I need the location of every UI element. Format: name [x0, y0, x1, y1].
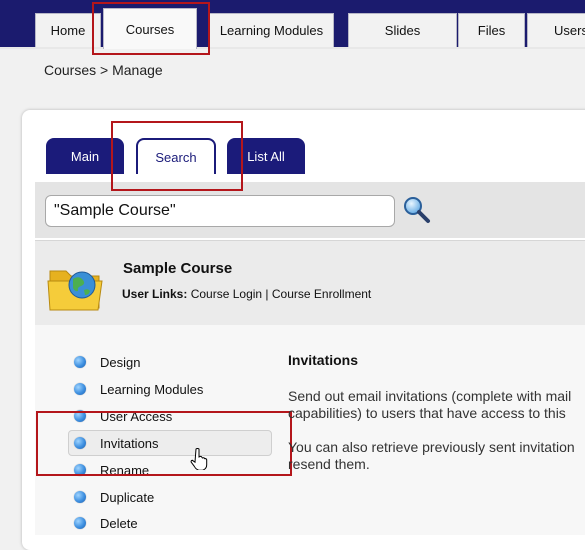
menu-item-label: Rename	[100, 462, 150, 478]
menu-item-label: Design	[100, 354, 141, 370]
detail-text-line: Send out email invitations (complete wit…	[288, 388, 572, 404]
menu-item-rename[interactable]: Rename	[68, 457, 272, 483]
menu-item-label: Delete	[100, 515, 138, 531]
nav-divider	[0, 47, 585, 49]
menu-item-design[interactable]: Design	[68, 349, 272, 375]
menu-item-delete[interactable]: Delete	[68, 510, 272, 536]
bullet-icon	[74, 410, 86, 422]
nav-tab-users[interactable]: Users	[527, 13, 585, 47]
bullet-icon	[74, 464, 86, 476]
user-links: User Links: Course Login | Course Enroll…	[122, 287, 371, 301]
user-links-label: User Links:	[122, 287, 188, 301]
detail-title: Invitations	[288, 352, 359, 368]
nav-tab-files[interactable]: Files	[458, 13, 525, 47]
link-separator: |	[262, 287, 272, 301]
breadcrumb: Courses > Manage	[44, 62, 163, 78]
menu-item-label: Learning Modules	[100, 381, 204, 397]
tab-main[interactable]: Main	[46, 138, 124, 174]
course-title: Sample Course	[123, 260, 233, 277]
search-input[interactable]	[45, 195, 395, 227]
magnifier-icon	[404, 197, 430, 223]
bullet-icon	[74, 437, 86, 449]
menu-item-label: Duplicate	[100, 489, 155, 505]
nav-tab-learning-modules[interactable]: Learning Modules	[209, 13, 334, 47]
nav-tab-home[interactable]: Home	[35, 13, 101, 47]
menu-item-learning-modules[interactable]: Learning Modules	[68, 376, 272, 402]
course-enrollment-link[interactable]: Course Enrollment	[272, 287, 371, 301]
hand-cursor-icon	[190, 448, 208, 471]
tab-search[interactable]: Search	[136, 138, 216, 174]
course-login-link[interactable]: Course Login	[191, 287, 262, 301]
course-header	[35, 240, 585, 326]
search-button[interactable]	[402, 195, 432, 225]
nav-tab-slides[interactable]: Slides	[348, 13, 457, 47]
detail-text-line: capabilities) to users that have access …	[288, 405, 566, 421]
menu-item-label: User Access	[100, 408, 173, 424]
menu-item-label: Invitations	[100, 435, 159, 451]
detail-text-line: You can also retrieve previously sent in…	[288, 439, 575, 455]
nav-tab-courses[interactable]: Courses	[103, 8, 197, 49]
bullet-icon	[74, 491, 86, 503]
globe-folder-icon	[46, 257, 106, 317]
bullet-icon	[74, 383, 86, 395]
menu-item-invitations[interactable]: Invitations	[68, 430, 272, 456]
menu-item-user-access[interactable]: User Access	[68, 403, 272, 429]
bullet-icon	[74, 356, 86, 368]
tab-list-all[interactable]: List All	[227, 138, 305, 174]
bullet-icon	[74, 517, 86, 529]
menu-item-duplicate[interactable]: Duplicate	[68, 484, 272, 510]
detail-text-line: resend them.	[288, 456, 370, 472]
